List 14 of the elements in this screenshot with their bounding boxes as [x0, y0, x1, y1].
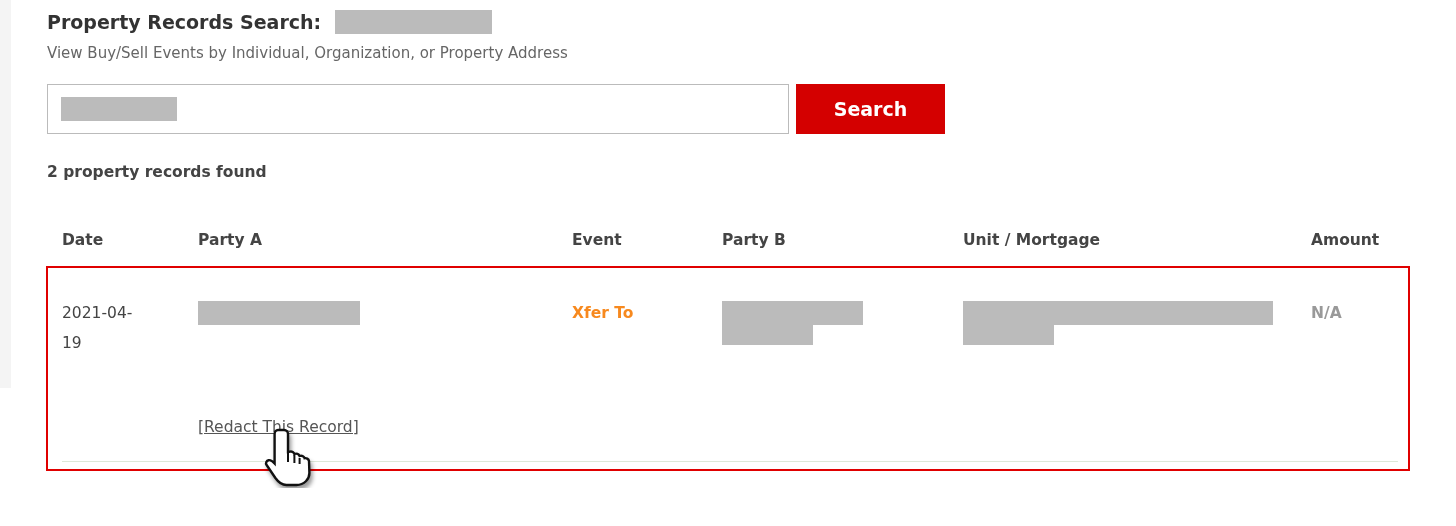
search-button[interactable]: Search	[796, 84, 945, 134]
column-header: Party B	[722, 231, 787, 249]
search-field[interactable]	[47, 84, 789, 134]
column-header: Event	[572, 231, 623, 249]
subtitle: View Buy/Sell Events by Individual, Organization, or Property Address	[47, 44, 569, 62]
column-header: Unit / Mortgage	[963, 231, 1102, 249]
column-header: Party A	[198, 231, 263, 249]
page-title: Property Records Search:	[47, 11, 322, 33]
table-cell-text: N/A	[1311, 303, 1343, 324]
column-header: Amount	[1311, 231, 1381, 249]
event-label: Xfer To	[572, 303, 635, 324]
column-header: Date	[62, 231, 105, 249]
table-cell-text: 2021-04-19	[62, 303, 134, 354]
result-count: 2 property records found	[47, 163, 268, 181]
